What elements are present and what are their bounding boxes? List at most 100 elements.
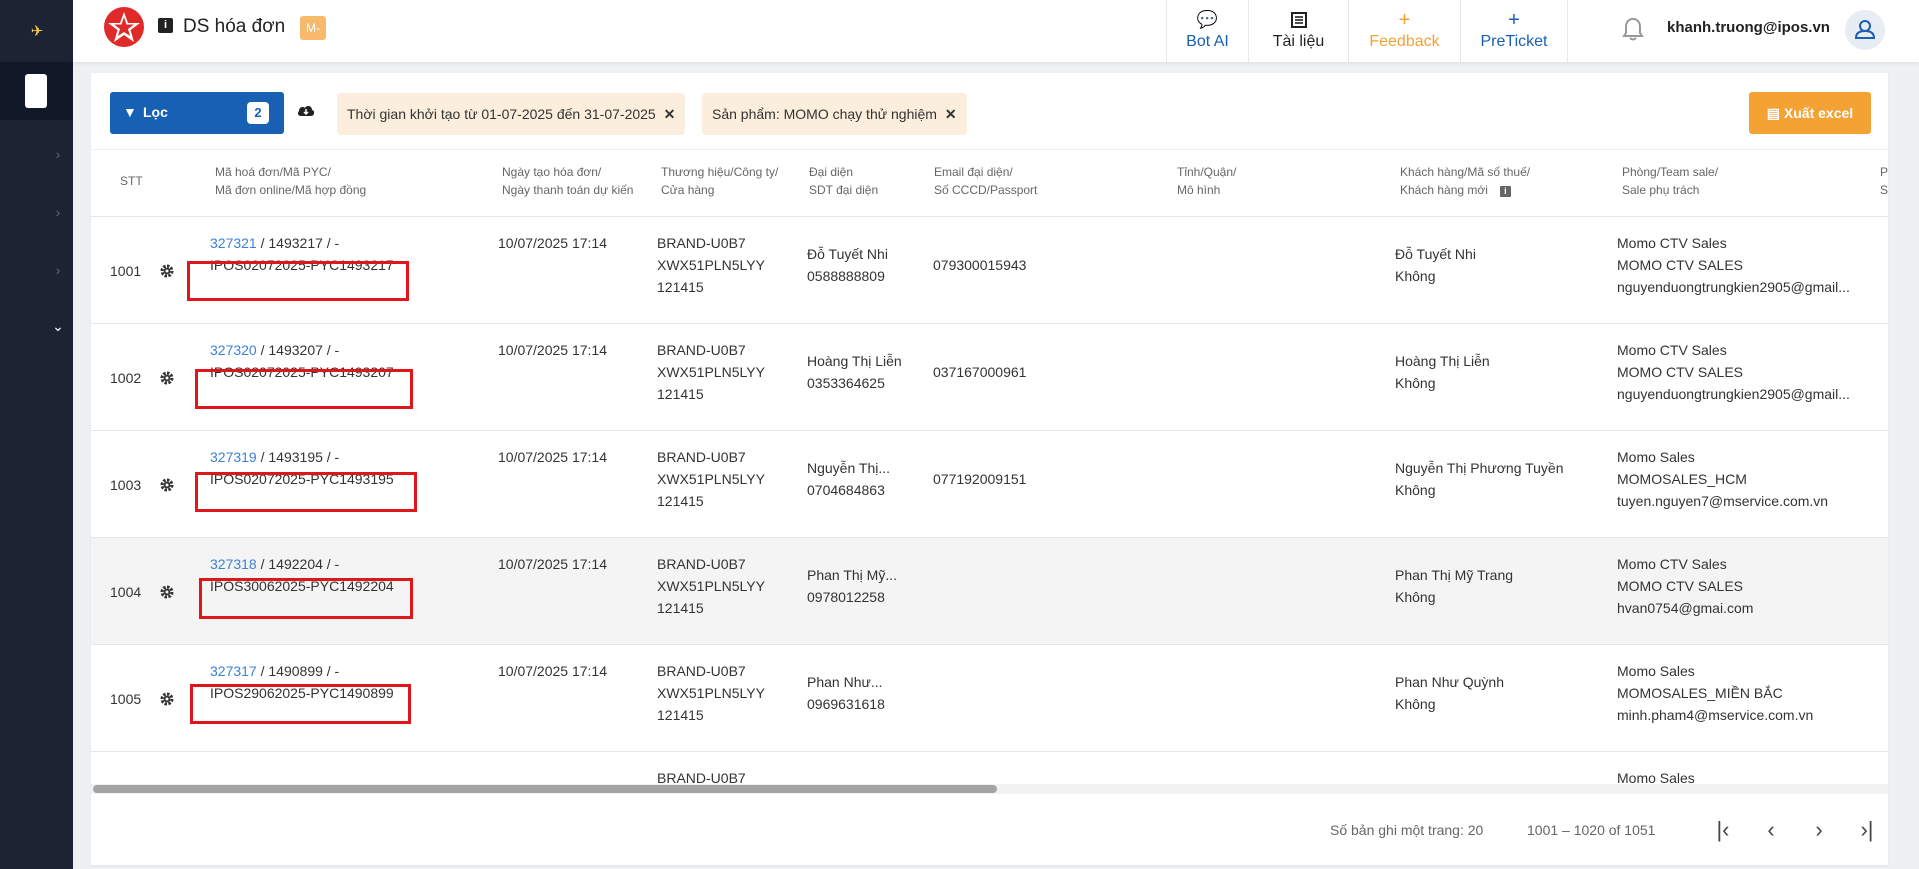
nav-label: Feedback xyxy=(1369,33,1440,50)
header-province[interactable]: Tỉnh/Quận/Mô hình xyxy=(1177,163,1236,199)
cell-invoice-code: 327318 / 1492204 / - xyxy=(210,556,340,572)
header-customer[interactable]: Khách hàng/Mã số thuế/Khách hàng mới i xyxy=(1400,163,1530,199)
nav-bot-ai[interactable]: 💬 Bot AI xyxy=(1166,0,1248,62)
sidebar-active-icon xyxy=(25,74,47,108)
user-icon xyxy=(1854,20,1876,39)
close-icon[interactable]: ✕ xyxy=(664,106,676,122)
gear-icon[interactable] xyxy=(159,370,175,386)
filter-button[interactable]: ▼ Lọc 2 xyxy=(110,92,284,134)
cell-customer: Phan Thị Mỹ Trang Không xyxy=(1395,567,1514,605)
info-icon[interactable]: i xyxy=(158,18,173,33)
cell-sales-team: Momo Sales xyxy=(1617,770,1695,784)
cell-invoice-code: 327317 / 1490899 / - xyxy=(210,663,340,679)
cell-date: 10/07/2025 17:14 xyxy=(498,342,607,358)
chevron-right-icon[interactable]: › xyxy=(50,146,66,162)
header-brand[interactable]: Thương hiệu/Công ty/Cửa hàng xyxy=(661,163,778,199)
cell-customer: Nguyễn Thị Phương Tuyền Không xyxy=(1395,460,1564,498)
cloud-download-icon[interactable] xyxy=(297,103,315,119)
cell-date: 10/07/2025 17:14 xyxy=(498,663,607,679)
invoice-list-panel: ▼ Lọc 2 Thời gian khởi tạo từ 01-07-2025… xyxy=(91,73,1888,865)
brand-star-logo-icon[interactable] xyxy=(103,6,145,48)
cell-representative: Hoàng Thị Liễn 0353364625 xyxy=(807,353,902,391)
cell-brand: BRAND-U0B7 XWX51PLN5LYY 121415 xyxy=(657,449,765,509)
filter-chip-product[interactable]: Sản phẩm: MOMO chạy thử nghiệm ✕ xyxy=(702,93,967,135)
highlight-box xyxy=(190,684,411,724)
cell-date: 10/07/2025 17:14 xyxy=(498,556,607,572)
horizontal-scrollbar-thumb[interactable] xyxy=(93,785,997,793)
highlight-box xyxy=(195,369,413,409)
bell-icon[interactable] xyxy=(1618,14,1648,44)
export-excel-button[interactable]: ▤ Xuất excel xyxy=(1749,92,1871,134)
header-stt[interactable]: STT xyxy=(120,172,143,190)
left-sidebar: ✈ › › › ⌄ xyxy=(0,0,73,869)
cell-representative: Đỗ Tuyết Nhi 0588888809 xyxy=(807,246,888,284)
invoice-link[interactable]: 327321 xyxy=(210,235,257,251)
page-title: DS hóa đơn xyxy=(183,16,286,37)
export-label: Xuất excel xyxy=(1783,105,1854,121)
cell-sales-team: Momo CTV Sales MOMO CTV SALES nguyenduongt… xyxy=(1617,235,1850,295)
chevron-right-icon[interactable]: › xyxy=(50,262,66,278)
cell-brand: BRAND-U0B7 XWX51PLN5LYY 121415 xyxy=(657,235,765,295)
filter-count-badge: 2 xyxy=(247,102,269,124)
cell-brand: BRAND-U0B7 XWX51PLN5LYY 121415 xyxy=(657,663,765,723)
info-icon[interactable]: i xyxy=(1499,186,1511,197)
cell-date: 10/07/2025 17:14 xyxy=(498,235,607,251)
filter-chip-date[interactable]: Thời gian khởi tạo từ 01-07-2025 đến 31-… xyxy=(337,93,686,135)
invoice-link[interactable]: 327318 xyxy=(210,556,257,572)
app-logo-icon[interactable]: ✈ xyxy=(27,22,47,42)
header-extra[interactable]: PS xyxy=(1880,163,1888,199)
app-badge[interactable]: M- xyxy=(300,16,326,40)
cell-stt: 1004 xyxy=(110,584,142,600)
header-invoice-code[interactable]: Mã hoá đơn/Mã PYC/Mã đơn online/Mã hợp đ… xyxy=(215,163,366,199)
chevron-right-icon[interactable]: › xyxy=(50,204,66,220)
gear-icon[interactable] xyxy=(159,477,175,493)
cell-sales-team: Momo CTV Sales MOMO CTV SALES hvan0754@gma… xyxy=(1617,556,1754,616)
cell-sales-team: Momo Sales MOMOSALES_MIỀN BẮC minh.pham4@m… xyxy=(1617,663,1814,723)
prev-page-button[interactable]: ‹ xyxy=(1756,815,1786,845)
nav-label: Tài liệu xyxy=(1272,33,1325,50)
invoice-link[interactable]: 327320 xyxy=(210,342,257,358)
gear-icon[interactable] xyxy=(159,691,175,707)
page-range-label: 1001 – 1020 of 1051 xyxy=(1527,822,1656,838)
header-representative[interactable]: Đại diện SDT đại diện xyxy=(809,163,878,199)
gear-icon[interactable] xyxy=(159,263,175,279)
table-row[interactable]: BRAND-U0B7 Momo Sales xyxy=(91,752,1888,784)
chevron-down-icon[interactable]: ⌄ xyxy=(50,318,66,334)
cell-invoice-code: 327321 / 1493217 / - xyxy=(210,235,340,251)
close-icon[interactable]: ✕ xyxy=(945,106,957,122)
last-page-button[interactable]: ›| xyxy=(1852,815,1882,845)
cell-invoice-code: 327320 / 1493207 / - xyxy=(210,342,340,358)
first-page-button[interactable]: |‹ xyxy=(1708,815,1738,845)
highlight-box xyxy=(187,261,409,301)
cell-stt: 1003 xyxy=(110,477,142,493)
nav-preticket[interactable]: + PreTicket xyxy=(1460,0,1568,62)
user-email[interactable]: khanh.truong@ipos.vn xyxy=(1667,19,1830,36)
sidebar-item-active[interactable] xyxy=(0,62,73,120)
filter-chip-text: Thời gian khởi tạo từ 01-07-2025 đến 31-… xyxy=(347,106,656,122)
book-icon xyxy=(1290,11,1308,31)
next-page-button[interactable]: › xyxy=(1804,815,1834,845)
cell-customer: Phan Như Quỳnh Không xyxy=(1395,674,1504,712)
cell-stt: 1002 xyxy=(110,370,142,386)
avatar[interactable] xyxy=(1845,10,1885,50)
filter-icon: ▼ xyxy=(123,104,137,120)
filter-chip-text: Sản phẩm: MOMO chạy thử nghiệm xyxy=(712,106,937,122)
header-invoice-date[interactable]: Ngày tạo hóa đơn/Ngày thanh toán dự kiến xyxy=(502,163,633,199)
chat-bubble-icon: 💬 xyxy=(1196,10,1219,29)
page-size-label[interactable]: Số bản ghi một trang: 20 xyxy=(1330,822,1483,838)
invoice-link[interactable]: 327319 xyxy=(210,449,257,465)
cell-customer: Hoàng Thị Liễn Không xyxy=(1395,353,1490,391)
gear-icon[interactable] xyxy=(159,584,175,600)
invoice-link[interactable]: 327317 xyxy=(210,663,257,679)
cell-invoice-code: 327319 / 1493195 / - xyxy=(210,449,340,465)
nav-feedback[interactable]: + Feedback xyxy=(1348,0,1460,62)
header-email[interactable]: Email đại diện/Số CCCD/Passport xyxy=(934,163,1037,199)
cell-sales-team: Momo CTV Sales MOMO CTV SALES nguyenduongt… xyxy=(1617,342,1850,402)
nav-tai-lieu[interactable]: Tài liệu xyxy=(1248,0,1348,62)
header-sales-team[interactable]: Phòng/Team sale/Sale phụ trách xyxy=(1622,163,1718,199)
highlight-box xyxy=(199,578,413,619)
cell-brand: BRAND-U0B7 XWX51PLN5LYY 121415 xyxy=(657,342,765,402)
table-header: STT Mã hoá đơn/Mã PYC/Mã đơn online/Mã h… xyxy=(91,149,1888,217)
plus-icon: + xyxy=(1508,9,1520,31)
cell-brand: BRAND-U0B7 XWX51PLN5LYY 121415 xyxy=(657,556,765,616)
